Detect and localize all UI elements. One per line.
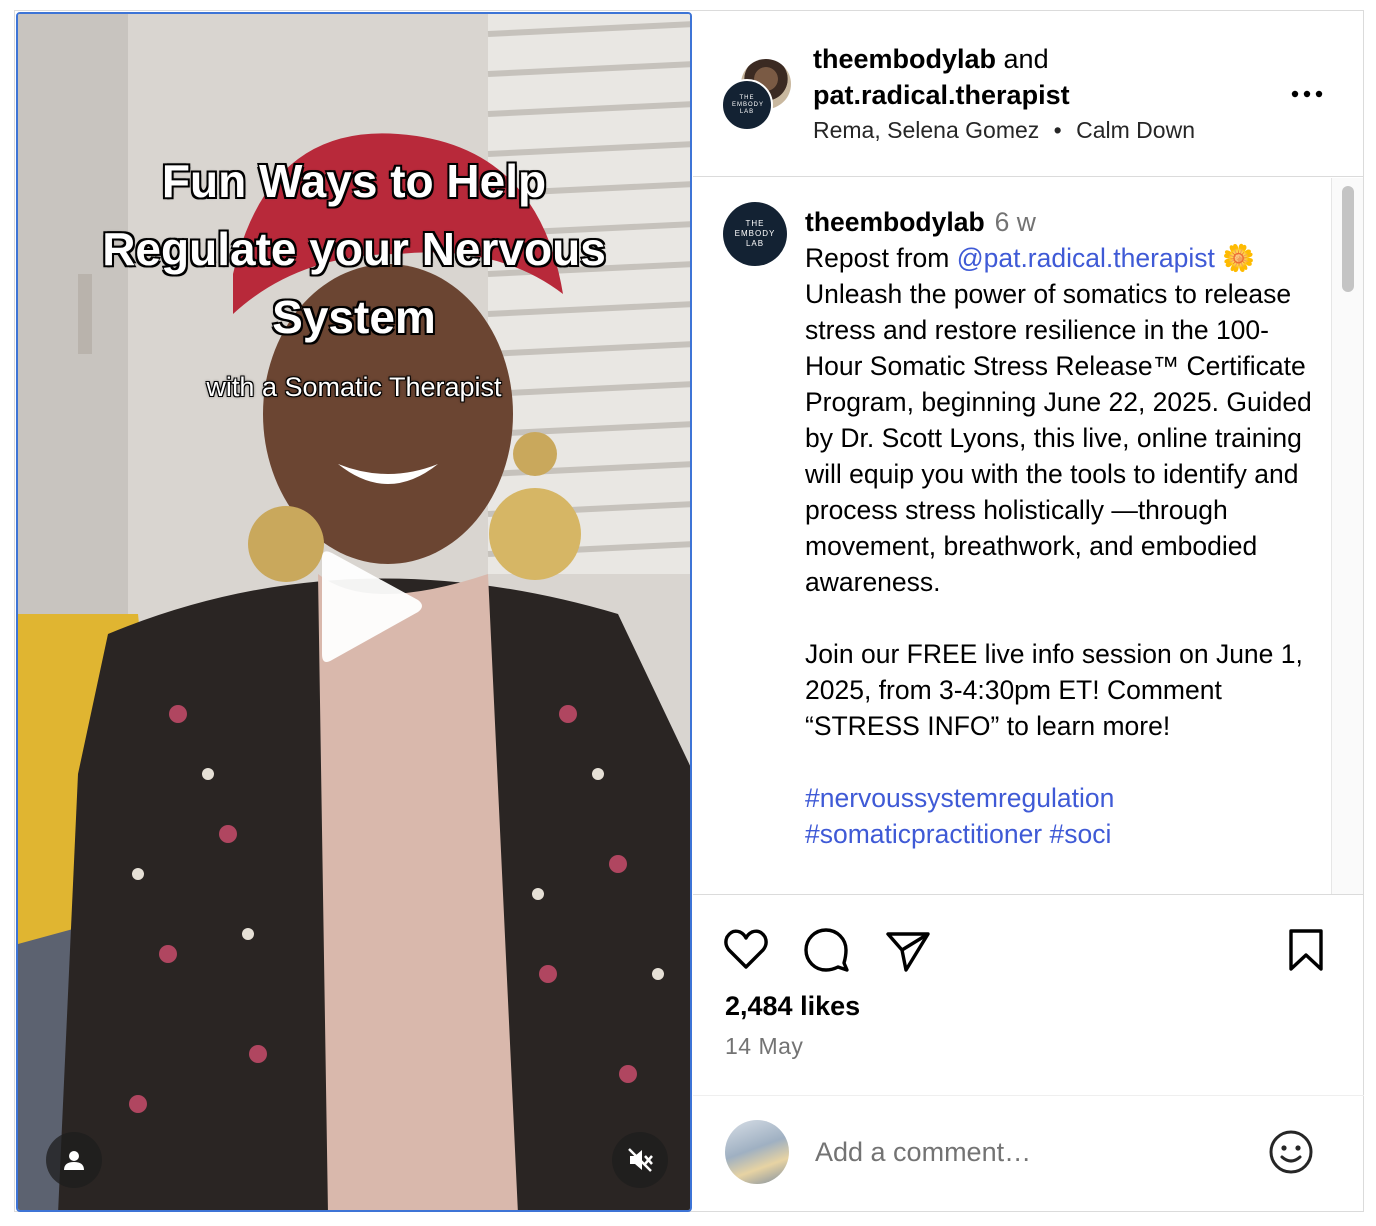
collab-names: theembodylab and pat.radical.therapist — [813, 41, 1070, 113]
username-theembodylab[interactable]: theembodylab — [813, 44, 996, 74]
post-dialog: Fun Ways to Help Regulate your Nervous S… — [14, 10, 1364, 1212]
emoji-icon[interactable] — [1267, 1128, 1315, 1176]
collab-avatars[interactable]: THE EMBODY LAB — [721, 59, 791, 131]
caption-avatar-theembodylab[interactable]: THE EMBODY LAB — [723, 202, 787, 266]
audio-separator: • — [1053, 117, 1062, 143]
scrollbar-thumb[interactable] — [1342, 186, 1354, 292]
avatar-theembodylab[interactable]: THE EMBODY LAB — [721, 79, 773, 131]
names-joiner: and — [996, 44, 1049, 74]
comment-icon[interactable] — [801, 925, 851, 975]
logo-text: THE EMBODY LAB — [732, 94, 765, 115]
post-actions: 2,484 likes 14 May — [693, 894, 1364, 1211]
post-header: THE EMBODY LAB theembodylab and pat.radi… — [693, 11, 1364, 177]
username-pat-radical-therapist[interactable]: pat.radical.therapist — [813, 80, 1070, 110]
likes-count[interactable]: 2,484 likes — [725, 991, 860, 1022]
overlay-title-line-3: System — [272, 291, 436, 343]
caption-body: theembodylab 6 w Repost from @pat.radical… — [805, 204, 1325, 852]
more-icon[interactable] — [1287, 77, 1327, 111]
repost-handle-link[interactable]: @pat.radical.therapist — [957, 243, 1215, 273]
heart-icon[interactable] — [721, 925, 771, 975]
caption-time[interactable]: 6 w — [995, 207, 1036, 237]
play-icon[interactable] — [300, 544, 430, 674]
overlay-title-line-2: Regulate your Nervous — [102, 223, 606, 275]
reel-video[interactable]: Fun Ways to Help Regulate your Nervous S… — [16, 12, 692, 1212]
share-icon[interactable] — [883, 925, 933, 975]
audio-artists[interactable]: Rema, Selena Gomez — [813, 117, 1039, 143]
caption-username[interactable]: theembodylab — [805, 207, 985, 237]
caption-paragraph-1: Unleash the power of somatics to release… — [805, 279, 1312, 597]
repost-prefix: Repost from — [805, 243, 957, 273]
hashtag-link[interactable]: #nervoussystemregulation — [805, 783, 1114, 813]
audio-track[interactable]: Calm Down — [1076, 117, 1195, 143]
post-date[interactable]: 14 May — [725, 1033, 803, 1060]
bookmark-icon[interactable] — [1281, 925, 1331, 975]
caption-scrollbar[interactable] — [1331, 178, 1363, 894]
audio-attribution[interactable]: Rema, Selena Gomez • Calm Down — [813, 117, 1195, 144]
current-user-avatar — [725, 1120, 789, 1184]
tagged-users-button[interactable] — [46, 1132, 102, 1188]
caption-logo-text: THE EMBODY LAB — [734, 219, 776, 248]
overlay-subtitle: with a Somatic Therapist — [206, 372, 502, 402]
caption-paragraph-2: Join our FREE live info session on June … — [805, 639, 1303, 741]
post-details-panel: THE EMBODY LAB theembodylab and pat.radi… — [693, 11, 1364, 1211]
flower-emoji: 🌼 — [1222, 243, 1256, 273]
muted-icon — [628, 1148, 653, 1172]
mute-toggle-button[interactable] — [612, 1132, 668, 1188]
overlay-title-line-1: Fun Ways to Help — [161, 155, 547, 207]
hashtag-link-partial[interactable]: #somaticpractitioner #soci — [805, 819, 1111, 849]
comment-input[interactable] — [815, 1132, 1235, 1172]
user-icon — [64, 1151, 84, 1170]
caption-scroll-area[interactable]: THE EMBODY LAB theembodylab 6 w Repost fr… — [693, 178, 1364, 894]
add-comment-row — [693, 1095, 1364, 1212]
